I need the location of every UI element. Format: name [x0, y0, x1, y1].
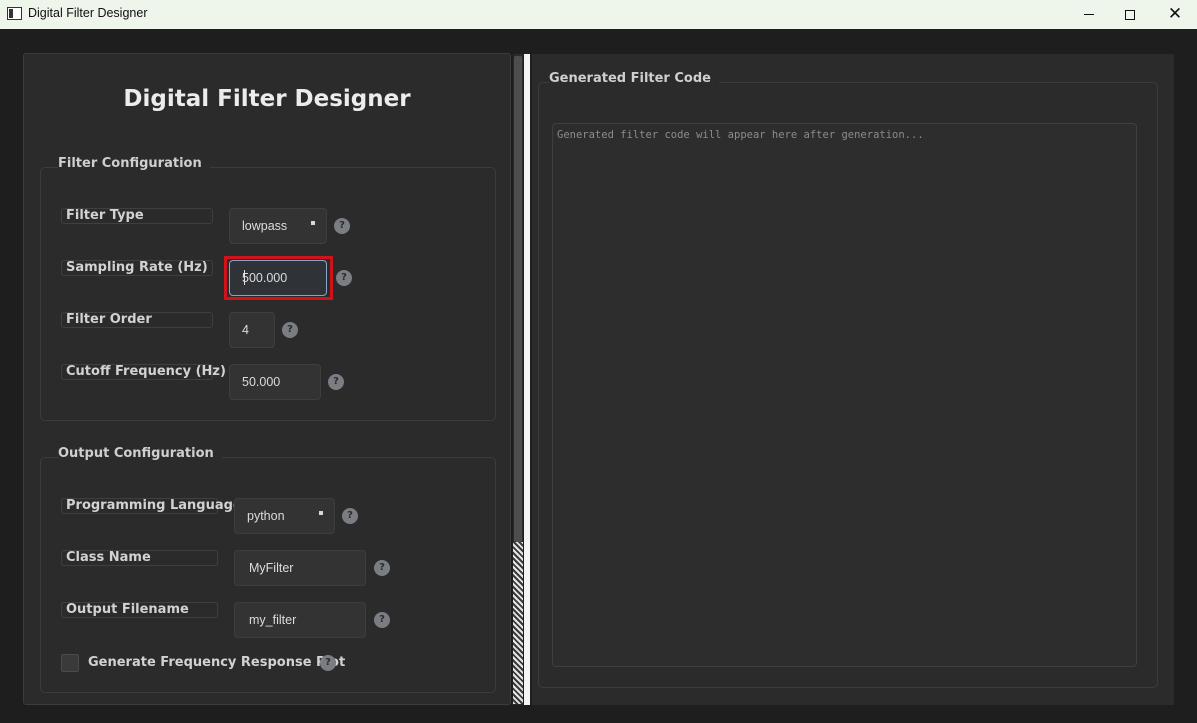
window-titlebar: Digital Filter Designer ✕: [0, 0, 1197, 29]
filter-type-label: Filter Type: [61, 208, 213, 224]
sampling-rate-help-icon[interactable]: ?: [336, 270, 352, 286]
programming-language-help-icon[interactable]: ?: [342, 508, 358, 524]
programming-language-label: Programming Language: [61, 498, 242, 514]
scrollbar-thumb[interactable]: [514, 56, 522, 542]
panel-splitter-handle[interactable]: [524, 54, 530, 705]
filter-order-spinbox[interactable]: 4: [229, 312, 275, 348]
scrollbar-track-lower[interactable]: [513, 542, 523, 704]
text-caret: [244, 270, 245, 285]
output-filename-help-icon[interactable]: ?: [374, 612, 390, 628]
maximize-icon: [1125, 9, 1135, 20]
output-filename-input[interactable]: my_filter: [234, 602, 366, 638]
maximize-button[interactable]: [1107, 0, 1153, 29]
programming-language-dropdown[interactable]: python: [234, 498, 335, 534]
cutoff-frequency-help-icon[interactable]: ?: [328, 374, 344, 390]
minimize-icon: [1084, 14, 1094, 15]
sampling-rate-label: Sampling Rate (Hz): [61, 260, 213, 276]
minimize-button[interactable]: [1066, 0, 1112, 29]
close-icon: ✕: [1167, 4, 1183, 24]
filter-order-help-icon[interactable]: ?: [282, 322, 298, 338]
window-title: Digital Filter Designer: [28, 6, 148, 20]
output-configuration-title: Output Configuration: [58, 446, 222, 461]
filter-type-dropdown[interactable]: lowpass: [229, 208, 327, 244]
close-button[interactable]: ✕: [1152, 0, 1197, 29]
app-window-icon: [7, 7, 22, 20]
cutoff-frequency-label: Cutoff Frequency (Hz): [61, 364, 226, 380]
output-filename-label: Output Filename: [61, 602, 218, 618]
app-title: Digital Filter Designer: [123, 86, 411, 112]
class-name-help-icon[interactable]: ?: [374, 560, 390, 576]
class-name-input[interactable]: MyFilter: [234, 550, 366, 586]
cutoff-frequency-input[interactable]: 50.000: [229, 364, 321, 400]
filter-configuration-title: Filter Configuration: [58, 156, 210, 171]
frequency-plot-help-icon[interactable]: ?: [320, 655, 336, 671]
filter-type-help-icon[interactable]: ?: [334, 218, 350, 234]
filter-order-label: Filter Order: [61, 312, 213, 328]
generated-code-textarea[interactable]: Generated filter code will appear here a…: [552, 123, 1137, 667]
frequency-plot-checkbox[interactable]: [61, 654, 79, 672]
class-name-label: Class Name: [61, 550, 218, 566]
generated-code-title: Generated Filter Code: [549, 71, 719, 86]
frequency-plot-label[interactable]: Generate Frequency Response Plot: [88, 655, 345, 670]
